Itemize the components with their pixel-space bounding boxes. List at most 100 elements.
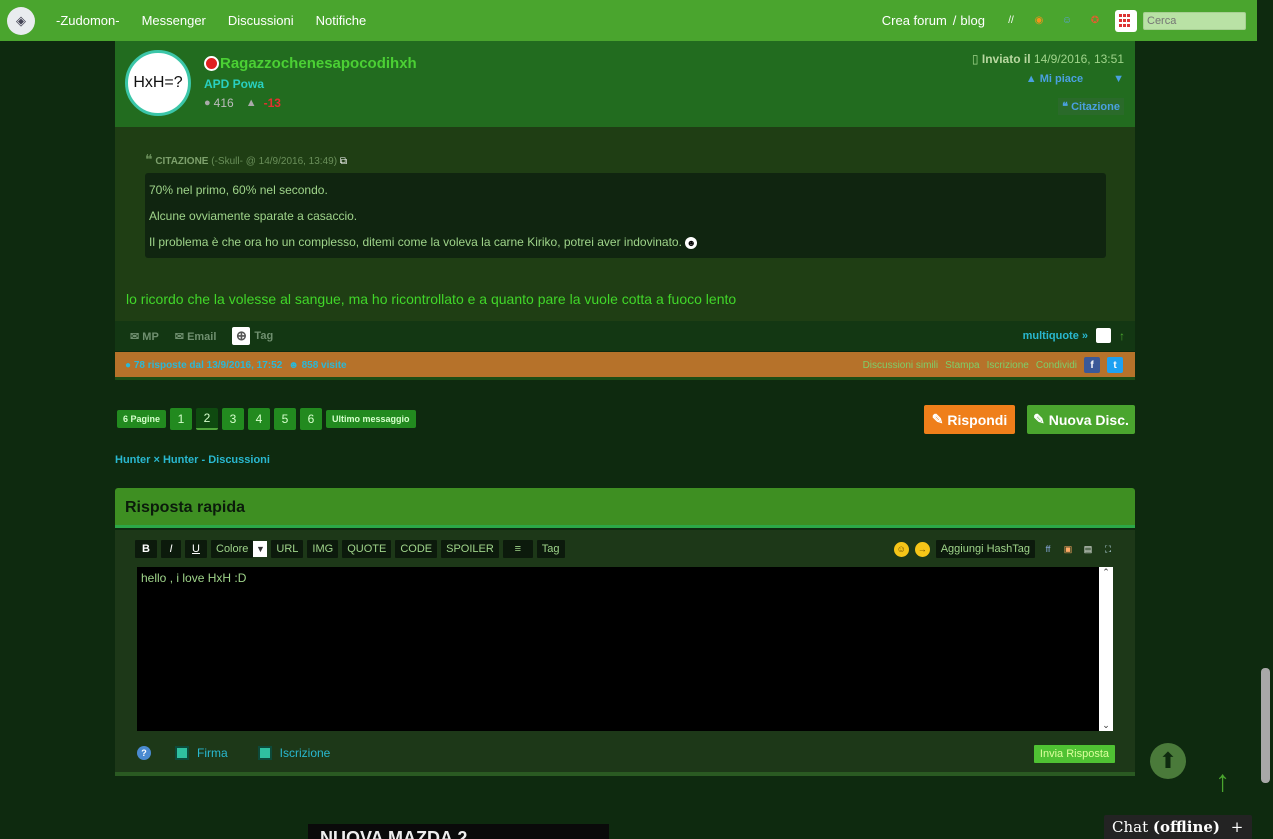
- multiquote-checkbox[interactable]: [1096, 328, 1111, 343]
- quote-line: 70% nel primo, 60% nel secondo.: [149, 183, 328, 197]
- quick-reply-title: Risposta rapida: [125, 499, 246, 516]
- iscrizione-checkbox[interactable]: [257, 746, 272, 760]
- nav-item-messenger[interactable]: Messenger: [142, 13, 206, 28]
- firma-checkbox[interactable]: [175, 746, 189, 760]
- send-reply-button[interactable]: Invia Risposta: [1033, 745, 1115, 763]
- post-date: ▯ Inviato il 14/9/2016, 13:51: [972, 52, 1124, 66]
- reply-textarea[interactable]: hello , i love HxH :D ⌃ ⌄: [137, 567, 1113, 731]
- align-icon[interactable]: ≡: [502, 540, 533, 558]
- scrollbar-thumb[interactable]: [1261, 668, 1270, 783]
- underline-button[interactable]: U: [185, 540, 207, 558]
- pagination: 6 Pagine 1 2 3 4 5 6 Ultimo messaggio: [117, 408, 416, 430]
- link-discussioni-simili[interactable]: Discussioni simili: [863, 360, 939, 371]
- plus-icon[interactable]: +: [1231, 818, 1244, 836]
- chevron-up-icon[interactable]: ⌃: [1102, 567, 1110, 578]
- editor-toolbar: B I U Colore ▼ URL IMG QUOTE CODE SPOILE…: [135, 540, 565, 558]
- arrow-up-icon[interactable]: ↑: [1215, 765, 1230, 799]
- nav-link-blog[interactable]: blog: [960, 13, 985, 28]
- page-link-5[interactable]: 5: [274, 408, 297, 430]
- quote-link-icon[interactable]: ⧉: [340, 156, 347, 167]
- img-button[interactable]: IMG: [307, 540, 339, 558]
- quote-marks-icon[interactable]: //: [1003, 13, 1019, 29]
- multiquote-controls: multiquote » ↑: [1023, 328, 1125, 343]
- quote-marks-icon: ❝: [145, 151, 153, 167]
- nav-item-zudomon[interactable]: -Zudomon-: [56, 13, 120, 28]
- email-button[interactable]: ✉ Email: [175, 330, 217, 343]
- textarea-scrollbar[interactable]: ⌃ ⌄: [1099, 567, 1113, 731]
- smiley-icon[interactable]: ☺: [893, 541, 909, 557]
- dislike-button[interactable]: ▼: [1113, 73, 1124, 85]
- nav-item-notifiche[interactable]: Notifiche: [316, 13, 367, 28]
- tag-button[interactable]: Tag: [254, 330, 273, 342]
- chevron-down-icon[interactable]: ⌄: [1102, 720, 1110, 731]
- page-link-1[interactable]: 1: [170, 408, 193, 430]
- reputation-count: -13: [263, 96, 281, 110]
- italic-button[interactable]: I: [161, 540, 181, 558]
- comments-icon: ●: [204, 97, 211, 109]
- offline-status-icon: [204, 56, 219, 71]
- post-header: HxH=? Ragazzochenesapocodihxh APD Powa ●…: [115, 41, 1135, 127]
- bold-button[interactable]: B: [135, 540, 157, 558]
- facebook-icon[interactable]: f: [1084, 357, 1100, 373]
- quote-header: ❝ CITAZIONE (-Skull- @ 14/9/2016, 13:49)…: [145, 151, 347, 168]
- user-icon[interactable]: ☺: [1059, 13, 1075, 29]
- link-iscrizione[interactable]: Iscrizione: [987, 360, 1029, 371]
- mp-button[interactable]: ✉ MP: [130, 330, 159, 343]
- link-stampa[interactable]: Stampa: [945, 360, 979, 371]
- quote-button[interactable]: ❝ Citazione: [1058, 98, 1124, 115]
- nav-item-discussioni[interactable]: Discussioni: [228, 13, 294, 28]
- preview-icon[interactable]: ▤: [1081, 542, 1095, 556]
- link-condividi[interactable]: Condividi: [1036, 360, 1077, 371]
- quote-button-label: Citazione: [1071, 101, 1120, 113]
- user-stats: ● 416 ▲ -13: [204, 96, 281, 110]
- nav-right: Crea forum / blog // ◉ ☺ ✪: [882, 0, 1257, 41]
- pages-count-label: 6 Pagine: [117, 410, 167, 428]
- avatar[interactable]: HxH=?: [125, 50, 191, 116]
- page-link-2[interactable]: 2: [196, 408, 219, 430]
- arrow-right-icon[interactable]: →: [914, 541, 930, 557]
- post-username[interactable]: Ragazzochenesapocodihxh: [220, 55, 417, 72]
- twitter-icon[interactable]: t: [1107, 357, 1123, 373]
- chevron-down-icon[interactable]: ▼: [253, 541, 268, 557]
- like-controls: ▲ Mi piace ▼: [1026, 73, 1124, 85]
- breadcrumb[interactable]: Hunter × Hunter - Discussioni: [115, 454, 270, 466]
- avatar-text: HxH=?: [133, 74, 183, 91]
- page-scrollbar[interactable]: [1257, 0, 1273, 839]
- multiquote-label[interactable]: multiquote »: [1023, 330, 1088, 342]
- chat-widget[interactable]: Chat (offline) +: [1104, 815, 1252, 839]
- rss-icon[interactable]: ◉: [1031, 13, 1047, 29]
- site-logo[interactable]: ◈: [7, 6, 35, 35]
- code-button[interactable]: CODE: [395, 540, 438, 558]
- firma-label: Firma: [197, 746, 228, 760]
- color-select[interactable]: Colore: [211, 540, 254, 558]
- crosshair-icon[interactable]: ⊕: [232, 327, 251, 345]
- scroll-top-circle-icon[interactable]: ⬆: [1150, 743, 1186, 779]
- page-link-6[interactable]: 6: [300, 408, 323, 430]
- new-thread-button[interactable]: ✎ Nuova Disc.: [1027, 405, 1135, 434]
- tag-tool-button[interactable]: Tag: [536, 540, 565, 558]
- last-message-link[interactable]: Ultimo messaggio: [326, 410, 416, 428]
- quote-box: 70% nel primo, 60% nel secondo. Alcune o…: [145, 173, 1106, 258]
- page-link-3[interactable]: 3: [222, 408, 245, 430]
- nav-link-crea-forum[interactable]: Crea forum: [882, 13, 947, 28]
- images-icon[interactable]: ▣: [1061, 542, 1075, 556]
- sent-label: Inviato il: [981, 52, 1031, 66]
- page-link-4[interactable]: 4: [248, 408, 271, 430]
- apps-grid-icon[interactable]: [1115, 9, 1137, 32]
- post-message: lo ricordo che la volesse al sangue, ma …: [126, 291, 737, 307]
- like-button[interactable]: ▲ Mi piace: [1026, 73, 1083, 85]
- fullscreen-icon[interactable]: ⛶: [1101, 542, 1115, 556]
- help-icon[interactable]: ?: [137, 746, 151, 760]
- ffu-icon[interactable]: ff: [1041, 542, 1055, 556]
- spoiler-button[interactable]: SPOILER: [441, 540, 499, 558]
- url-button[interactable]: URL: [271, 540, 304, 558]
- reply-button[interactable]: ✎ Rispondi: [924, 405, 1015, 434]
- advertisement-banner[interactable]: NUOVA MAZDA 2: [308, 824, 609, 839]
- arrow-up-icon[interactable]: ↑: [1119, 329, 1125, 343]
- add-hashtag-button[interactable]: Aggiungi HashTag: [935, 540, 1035, 558]
- chat-label: Chat: [1112, 818, 1149, 836]
- search-input[interactable]: [1143, 11, 1246, 30]
- badge-icon[interactable]: ✪: [1087, 13, 1103, 29]
- quote-tag-button[interactable]: QUOTE: [342, 540, 392, 558]
- user-group: APD Powa: [204, 77, 265, 91]
